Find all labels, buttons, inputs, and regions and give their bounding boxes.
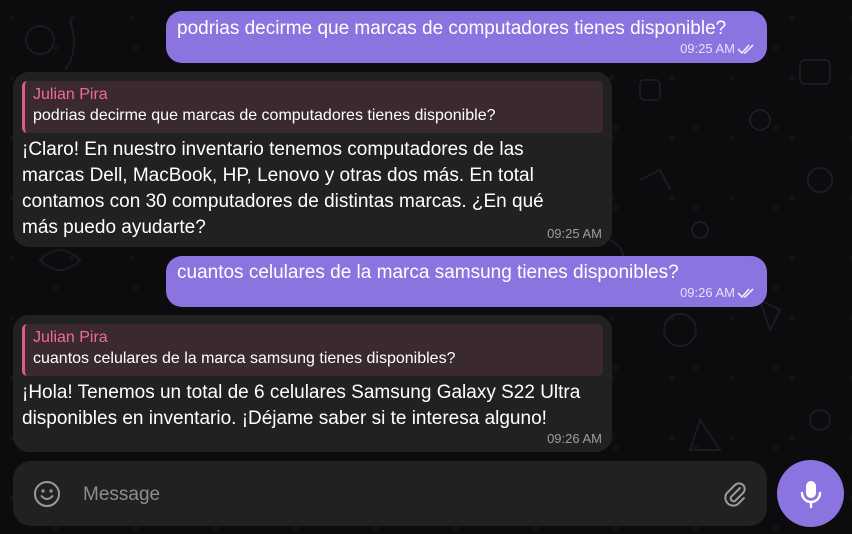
reply-author: Julian Pira (33, 329, 108, 346)
message-text: ¡Hola! Tenemos un total de 6 celulares S… (22, 380, 607, 432)
reply-author: Julian Pira (33, 86, 108, 103)
incoming-message[interactable]: Julian Pira cuantos celulares de la marc… (13, 315, 612, 452)
message-meta: 09:25 AM (547, 226, 602, 241)
message-line: más puedo ayudarte? (22, 217, 206, 238)
message-text: podrias decirme que marcas de computador… (177, 18, 727, 39)
reply-quote[interactable]: Julian Pira cuantos celulares de la marc… (22, 324, 603, 376)
microphone-icon (800, 480, 821, 508)
incoming-message[interactable]: Julian Pira podrias decirme que marcas d… (13, 72, 612, 247)
message-time: 09:26 AM (547, 431, 602, 446)
outgoing-message[interactable]: cuantos celulares de la marca samsung ti… (166, 256, 767, 307)
message-line: contamos con 30 computadores de distinta… (22, 191, 544, 212)
message-line: ¡Hola! Tenemos un total de 6 celulares S… (22, 382, 581, 403)
paperclip-icon (724, 482, 746, 507)
voice-record-button[interactable] (777, 460, 844, 527)
reply-quote[interactable]: Julian Pira podrias decirme que marcas d… (22, 81, 603, 133)
emoji-icon (34, 481, 60, 507)
message-time: 09:25 AM (547, 226, 602, 241)
message-meta: 09:26 AM (680, 285, 757, 300)
message-line: disponibles en inventario. ¡Déjame saber… (22, 408, 547, 429)
message-time: 09:25 AM (680, 41, 735, 56)
message-composer (13, 461, 767, 526)
message-meta: 09:26 AM (547, 431, 602, 446)
message-line: ¡Claro! En nuestro inventario tenemos co… (22, 139, 524, 160)
message-input[interactable] (81, 481, 685, 509)
message-time: 09:26 AM (680, 285, 735, 300)
attach-button[interactable] (719, 479, 749, 509)
message-text: ¡Claro! En nuestro inventario tenemos co… (22, 137, 602, 241)
reply-text: podrias decirme que marcas de computador… (33, 107, 496, 124)
message-meta: 09:25 AM (680, 41, 757, 56)
outgoing-message[interactable]: podrias decirme que marcas de computador… (166, 11, 767, 63)
reply-text: cuantos celulares de la marca samsung ti… (33, 350, 456, 367)
double-check-icon (737, 287, 754, 298)
emoji-button[interactable] (32, 479, 62, 509)
double-check-icon (737, 43, 754, 54)
message-text: cuantos celulares de la marca samsung ti… (177, 262, 679, 283)
message-line: marcas Dell, MacBook, HP, Lenovo y otras… (22, 165, 534, 186)
